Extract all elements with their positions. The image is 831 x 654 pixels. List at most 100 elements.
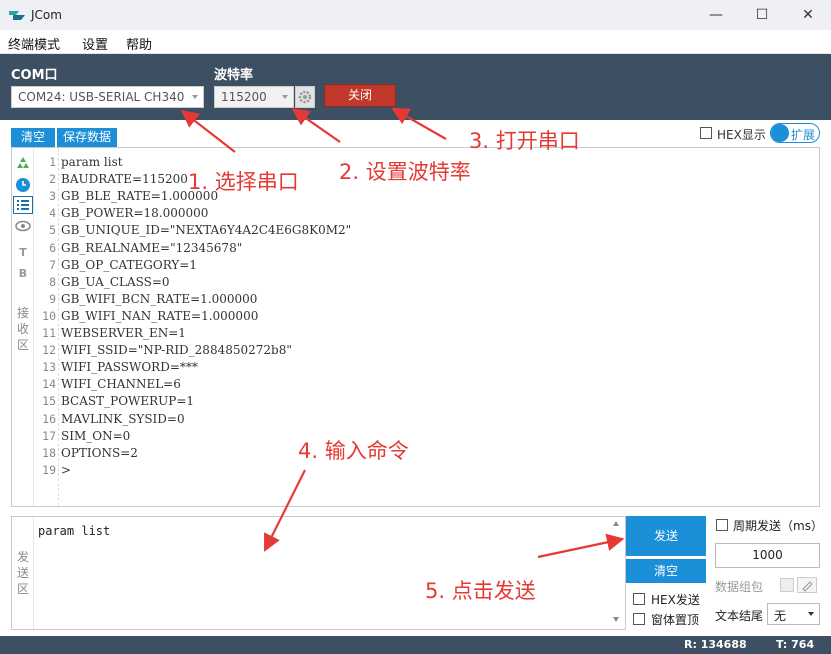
menu-bar: [0, 30, 831, 54]
list-icon[interactable]: [13, 196, 33, 214]
receive-text: param list BAUDRATE=115200 GB_BLE_RATE=1.0…: [0, 0, 351, 477]
menu-help[interactable]: 帮助: [126, 34, 152, 53]
receive-line: OPTIONS=2: [61, 445, 138, 460]
chevron-down-icon: [282, 95, 288, 99]
baud-rate-value: 115200: [221, 90, 267, 104]
baud-rate-select[interactable]: 115200: [214, 86, 294, 108]
send-side-label: 送: [16, 566, 29, 580]
annotation-step-3: 3. 打开串口: [469, 129, 580, 153]
save-data-button[interactable]: 保存数据: [57, 128, 117, 147]
text-ending-label: 文本结尾: [715, 609, 764, 623]
clear-receive-button[interactable]: 清空: [11, 128, 55, 147]
text-ending-value: 无: [774, 609, 787, 623]
maximize-button[interactable]: ☐: [739, 0, 785, 30]
line-number: 15: [42, 394, 56, 409]
toggle-knob: [771, 124, 789, 142]
receive-line: WIFI_SSID="NP-RID_2884850272b8": [61, 343, 292, 358]
edit-group-button[interactable]: [797, 577, 817, 593]
line-number: 11: [42, 326, 56, 340]
receive-line: BCAST_POWERUP=1: [61, 394, 195, 409]
line-number: 5: [49, 223, 56, 238]
com-port-select[interactable]: COM24: USB-SERIAL CH340: [11, 86, 204, 108]
rx-count: R: 134688: [684, 638, 747, 651]
text-mode-button[interactable]: T: [12, 246, 34, 259]
scroll-up-icon[interactable]: [613, 521, 619, 526]
line-number: 14: [42, 377, 56, 392]
text-ending-select[interactable]: 无: [767, 603, 820, 625]
chevron-down-icon: [192, 95, 198, 99]
chevron-down-icon: [808, 612, 814, 616]
pin-top-checkbox[interactable]: [633, 613, 645, 625]
app-logo-icon: [9, 11, 25, 20]
com-port-label: COM口: [11, 68, 58, 83]
period-input[interactable]: 1000: [715, 543, 820, 568]
line-number: 12: [42, 343, 56, 358]
recycle-icon[interactable]: [15, 156, 31, 170]
clear-send-button[interactable]: 清空: [626, 559, 706, 583]
data-group-label: 数据组包: [715, 580, 764, 594]
pencil-icon: [802, 581, 813, 592]
pin-top-label: 窗体置顶: [651, 613, 700, 627]
receive-side-label: 收: [16, 322, 29, 336]
line-number: 2: [49, 172, 56, 187]
period-send-label: 周期发送（ms）: [733, 519, 823, 533]
receive-line: WEBSERVER_EN=1: [61, 326, 186, 340]
line-numbers: 1 2 3 4 5 6 7 8 9 10 11 12 13 14 15 16 17 18 19: [34, 0, 56, 477]
receive-side-label: 接: [16, 306, 29, 320]
send-side-label: 区: [16, 582, 29, 596]
minimize-button[interactable]: —: [693, 0, 739, 30]
data-group-checkbox[interactable]: [780, 578, 794, 592]
line-number: 18: [42, 445, 56, 460]
period-send-checkbox[interactable]: [716, 519, 728, 531]
line-number: 7: [49, 257, 56, 272]
receive-line: >: [61, 462, 72, 477]
gear-icon: [298, 90, 312, 104]
annotation-step-5: 5. 点击发送: [425, 579, 536, 603]
receive-line: GB_OP_CATEGORY=1: [61, 257, 197, 272]
receive-line: GB_UA_CLASS=0: [61, 274, 170, 289]
line-number: 8: [49, 274, 56, 289]
close-port-button[interactable]: 关闭: [324, 84, 396, 107]
annotation-step-1: 1. 选择串口: [188, 170, 299, 194]
eye-icon[interactable]: [15, 220, 31, 232]
hex-display-label: HEX显示: [717, 128, 766, 142]
binary-mode-button[interactable]: B: [12, 267, 34, 280]
expand-label: 扩展: [791, 128, 816, 142]
hex-display-checkbox[interactable]: [700, 127, 712, 139]
receive-line: WIFI_CHANNEL=6: [61, 377, 181, 392]
close-window-button[interactable]: ✕: [785, 0, 831, 30]
receive-line: MAVLINK_SYSID=0: [61, 411, 185, 426]
line-number: 9: [49, 291, 56, 306]
line-number: 17: [42, 428, 56, 443]
line-number: 19: [42, 462, 56, 477]
send-button[interactable]: 发送: [626, 516, 706, 557]
window-title: JCom: [31, 8, 62, 22]
line-number: 1: [49, 155, 56, 169]
receive-line: SIM_ON=0: [61, 428, 131, 443]
annotation-step-4: 4. 输入命令: [298, 439, 409, 463]
menu-settings[interactable]: 设置: [82, 34, 108, 53]
receive-line: GB_POWER=18.000000: [61, 206, 209, 221]
clock-icon[interactable]: [15, 177, 31, 193]
baud-settings-button[interactable]: [295, 86, 315, 108]
send-input[interactable]: param list: [38, 524, 110, 538]
line-number: 3: [49, 189, 56, 204]
line-number: 16: [42, 411, 56, 426]
hex-send-label: HEX发送: [651, 593, 700, 607]
receive-line: WIFI_PASSWORD=***: [61, 360, 198, 375]
receive-line: BAUDRATE=115200: [61, 172, 188, 187]
scroll-down-icon[interactable]: [613, 617, 619, 622]
receive-line: GB_UNIQUE_ID="NEXTA6Y4A2C4E6G8K0M2": [61, 223, 352, 238]
receive-line: GB_WIFI_BCN_RATE=1.000000: [61, 291, 258, 306]
receive-line: GB_REALNAME="12345678": [61, 240, 243, 255]
menu-terminal-mode[interactable]: 终端模式: [8, 34, 60, 53]
annotation-step-2: 2. 设置波特率: [339, 160, 471, 184]
line-number: 6: [49, 240, 56, 255]
receive-side-label: 区: [16, 338, 29, 352]
receive-line: GB_WIFI_NAN_RATE=1.000000: [61, 308, 259, 323]
send-side-label: 发: [16, 550, 29, 564]
receive-line: param list: [61, 155, 123, 169]
line-number: 10: [42, 308, 56, 323]
hex-send-checkbox[interactable]: [633, 593, 645, 605]
baud-rate-label: 波特率: [214, 68, 254, 83]
